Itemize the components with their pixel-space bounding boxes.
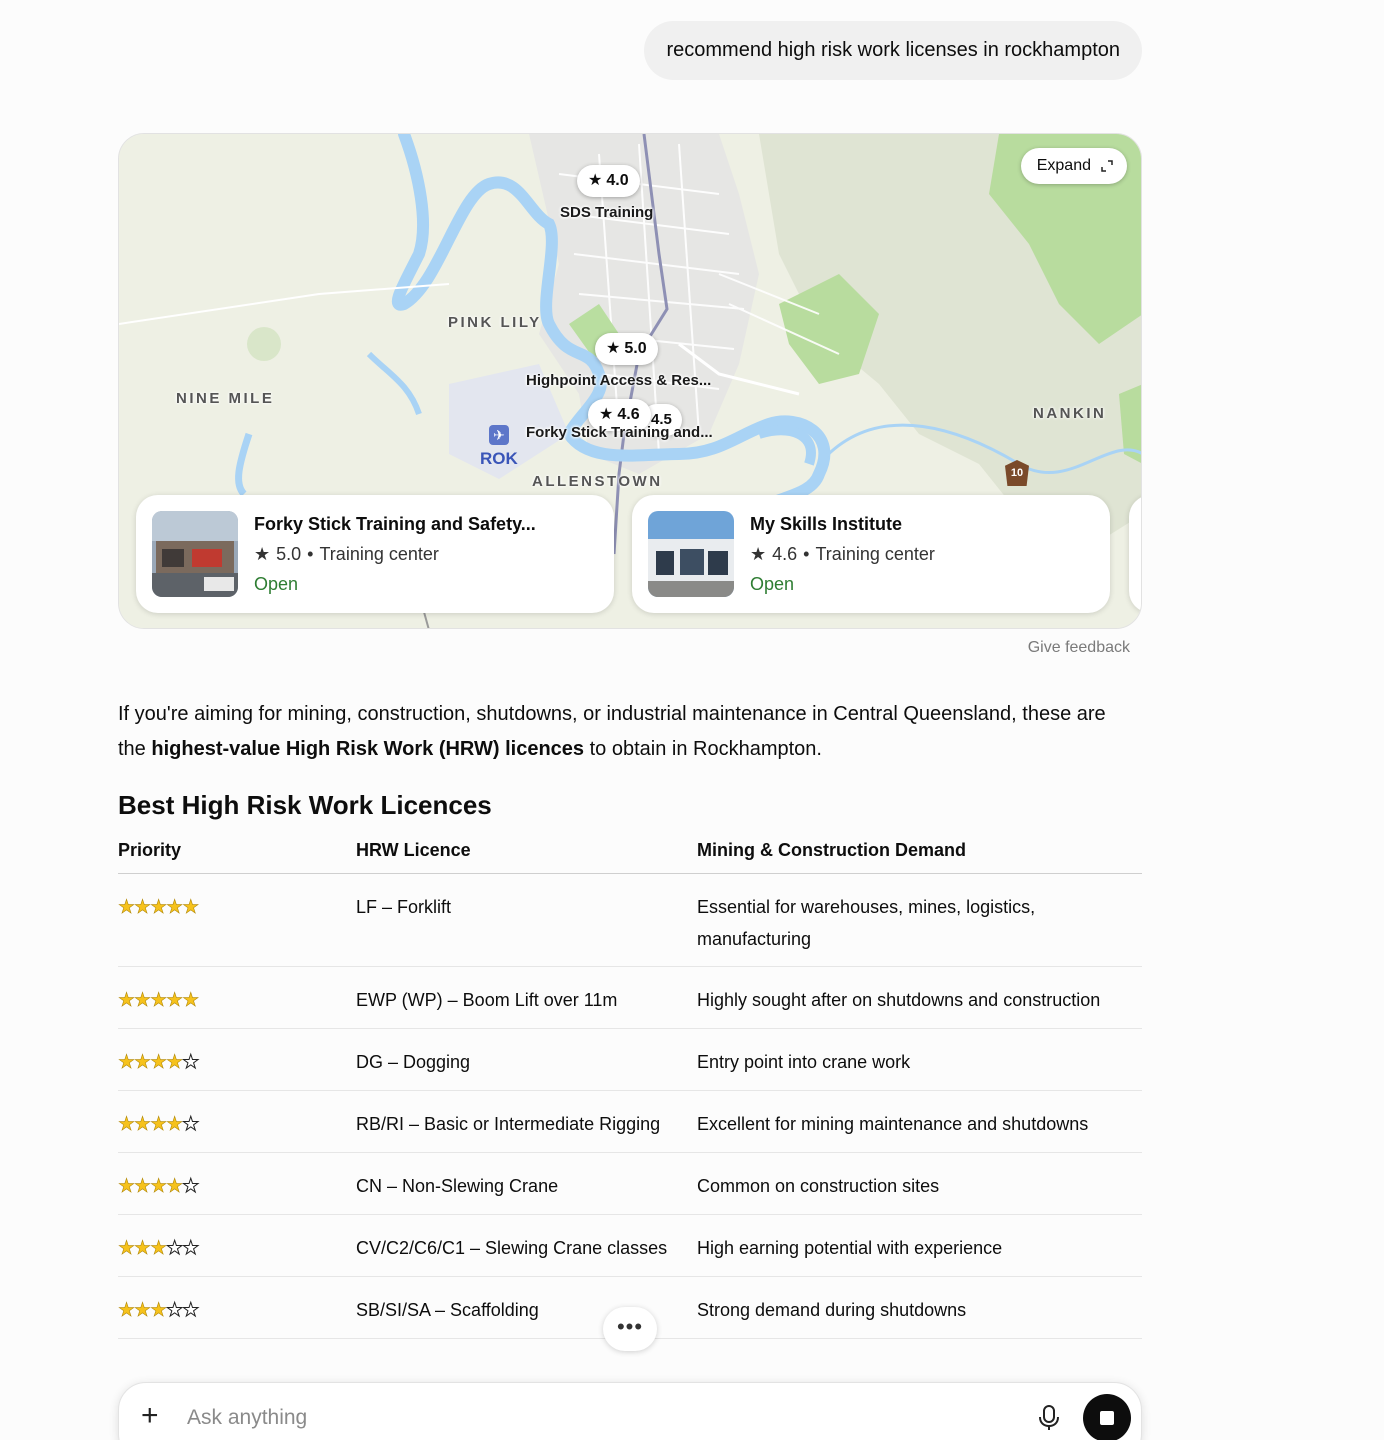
priority-stars: ★★★★★ <box>118 1090 356 1153</box>
area-label-pink-lily: PINK LILY <box>448 314 542 331</box>
stop-generating-button[interactable] <box>1083 1394 1131 1440</box>
star-icon: ★ <box>750 543 767 564</box>
star-rating-icon: ★★★★★ <box>118 1175 200 1197</box>
microphone-icon[interactable] <box>1037 1404 1061 1432</box>
map-pin-label: Forky Stick Training and... <box>526 424 713 441</box>
user-message-bubble: recommend high risk work licenses in roc… <box>644 21 1142 80</box>
demand-cell: Strong demand during shutdowns <box>697 1276 1142 1339</box>
chat-input[interactable] <box>187 1401 987 1435</box>
intro-paragraph: If you're aiming for mining, constructio… <box>118 703 1106 760</box>
licence-cell: LF – Forklift <box>356 873 697 967</box>
licence-cell: DG – Dogging <box>356 1028 697 1091</box>
demand-cell: Entry point into crane work <box>697 1028 1142 1091</box>
column-header-demand: Mining & Construction Demand <box>697 834 1142 874</box>
expand-label: Expand <box>1036 157 1091 174</box>
table-row: ★★★★★ DG – Dogging Entry point into crane … <box>118 1028 1142 1091</box>
demand-cell: Excellent for mining maintenance and shu… <box>697 1090 1142 1153</box>
separator-dot: • <box>307 543 314 564</box>
column-header-licence: HRW Licence <box>356 834 697 874</box>
area-label-nine-mile: NINE MILE <box>176 390 275 407</box>
place-rating: 4.6 <box>772 543 798 564</box>
star-rating-icon: ★★★★★ <box>118 1299 200 1321</box>
place-name: Forky Stick Training and Safety... <box>254 513 536 534</box>
add-attachment-icon[interactable]: + <box>141 1401 159 1431</box>
licence-cell: CN – Non-Slewing Crane <box>356 1152 697 1215</box>
place-rating: 5.0 <box>276 543 302 564</box>
star-rating-icon: ★★★★★ <box>118 989 200 1011</box>
place-status: Open <box>750 573 795 594</box>
priority-stars: ★★★★★ <box>118 1152 356 1215</box>
place-photo <box>152 511 238 597</box>
stop-icon <box>1100 1411 1114 1425</box>
section-title: Best High Risk Work Licences <box>118 790 492 820</box>
demand-cell: High earning potential with experience <box>697 1214 1142 1277</box>
priority-stars: ★★★★★ <box>118 1028 356 1091</box>
star-icon: ★ <box>254 543 271 564</box>
priority-stars: ★★★★★ <box>118 966 356 1029</box>
airport-label: ROK <box>480 449 518 468</box>
area-label-allenstown: ALLENSTOWN <box>532 473 663 490</box>
column-header-priority: Priority <box>118 834 356 874</box>
licence-cell: CV/C2/C6/C1 – Slewing Crane classes <box>356 1214 697 1277</box>
licence-cell: RB/RI – Basic or Intermediate Rigging <box>356 1090 697 1153</box>
next-place-card-edge[interactable] <box>1129 495 1141 613</box>
table-row: ★★★★★ EWP (WP) – Boom Lift over 11m Highly… <box>118 966 1142 1029</box>
licence-cell: EWP (WP) – Boom Lift over 11m <box>356 966 697 1029</box>
map-pin-highpoint[interactable]: ★ 5.0 <box>595 333 658 365</box>
priority-stars: ★★★★★ <box>118 1214 356 1277</box>
star-rating-icon: ★★★★★ <box>118 1237 200 1259</box>
area-label-nankin: NANKIN <box>1033 405 1107 422</box>
map-widget[interactable]: Expand ★ 4.0 SDS Training PINK LILY NINE… <box>118 133 1142 629</box>
table-row: ★★★★★ LF – Forklift Essential for warehous… <box>118 873 1142 967</box>
table-header-row: Priority HRW Licence Mining & Constructi… <box>118 834 1142 874</box>
place-category: Training center <box>319 543 439 564</box>
place-card-forky-stick[interactable]: Forky Stick Training and Safety... ★ 5.0… <box>136 495 614 613</box>
star-rating-icon: ★★★★★ <box>118 896 200 918</box>
star-icon: ★ <box>606 340 621 357</box>
give-feedback-link[interactable]: Give feedback <box>1028 639 1130 657</box>
expand-map-button[interactable]: Expand <box>1020 148 1127 184</box>
priority-stars: ★★★★★ <box>118 1276 356 1339</box>
star-icon: ★ <box>588 172 603 189</box>
airport-icon: ✈ <box>489 425 509 445</box>
demand-cell: Highly sought after on shutdowns and con… <box>697 966 1142 1029</box>
demand-cell: Essential for warehouses, mines, logisti… <box>697 873 1142 967</box>
separator-dot: • <box>803 543 810 564</box>
map-pin-label: SDS Training <box>560 204 654 221</box>
table-row: ★★★★★ CV/C2/C6/C1 – Slewing Crane classes… <box>118 1214 1142 1277</box>
table-row: ★★★★★ CN – Non-Slewing Crane Common on con… <box>118 1152 1142 1215</box>
table-row: ★★★★★ RB/RI – Basic or Intermediate Riggi… <box>118 1090 1142 1153</box>
place-card-my-skills[interactable]: My Skills Institute ★ 4.6 • Training cen… <box>632 495 1110 613</box>
expand-icon <box>1101 160 1113 172</box>
intro-emphasis: highest-value High Risk Work (HRW) licen… <box>151 738 585 760</box>
star-rating-icon: ★★★★★ <box>118 1113 200 1135</box>
more-options-button[interactable]: ••• <box>603 1307 657 1351</box>
place-name: My Skills Institute <box>750 513 903 534</box>
map-pin-label: Highpoint Access & Res... <box>526 372 712 389</box>
place-category: Training center <box>815 543 935 564</box>
chat-composer: + <box>118 1382 1142 1440</box>
demand-cell: Common on construction sites <box>697 1152 1142 1215</box>
licence-table: Priority HRW Licence Mining & Constructi… <box>118 834 1142 1339</box>
priority-stars: ★★★★★ <box>118 873 356 967</box>
star-rating-icon: ★★★★★ <box>118 1051 200 1073</box>
place-status: Open <box>254 573 299 594</box>
place-photo <box>648 511 734 597</box>
map-pin-sds-training[interactable]: ★ 4.0 <box>577 165 640 197</box>
